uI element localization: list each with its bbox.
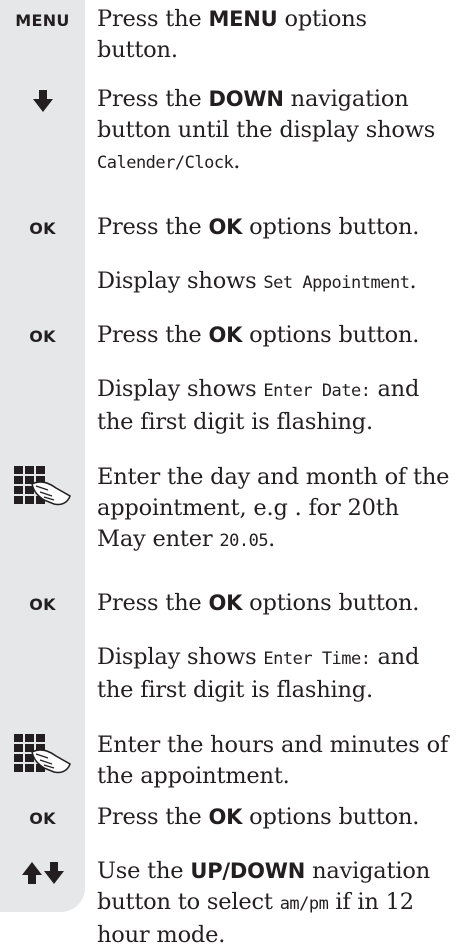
ok-key-icon: OK (29, 327, 56, 346)
step-text: Press the MENU options button. (97, 6, 367, 63)
step-text: Press the OK options button. (97, 590, 420, 616)
step-text: Enter the hours and minutes of the appoi… (97, 732, 449, 789)
step-text: Display shows Enter Time: and the first … (97, 644, 420, 703)
keypad-icon (14, 466, 74, 506)
ok-key-icon: OK (29, 809, 56, 828)
up-down-arrow-icon (0, 862, 85, 884)
step-text: Display shows Set Appointment. (97, 268, 417, 294)
down-arrow-icon (0, 90, 85, 112)
step-text: Use the UP/DOWN navigation button to sel… (97, 858, 430, 948)
ok-key-icon: OK (29, 595, 56, 614)
keypad-icon (14, 734, 74, 774)
ok-key-icon: OK (29, 219, 56, 238)
step-text: Press the OK options button. (97, 322, 420, 348)
step-text: Display shows Enter Date: and the first … (97, 376, 420, 435)
step-text: Press the OK options button. (97, 214, 420, 240)
step-text: Enter the day and month of the appointme… (97, 464, 450, 552)
step-text: Press the DOWN navigation button until t… (97, 86, 436, 174)
step-text: Press the OK options button. (97, 804, 420, 830)
icon-column (0, 0, 85, 912)
menu-key-icon: MENU (15, 11, 70, 30)
